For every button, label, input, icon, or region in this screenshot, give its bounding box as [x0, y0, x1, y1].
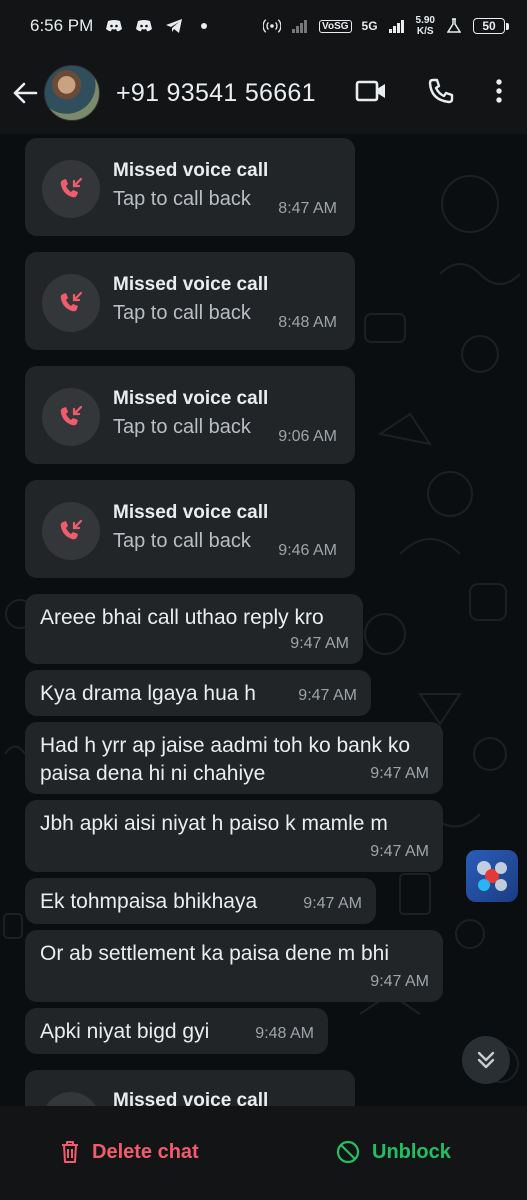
more-options-button[interactable]: [495, 78, 503, 109]
discord-icon-2: [135, 17, 153, 35]
video-call-icon: [355, 80, 385, 101]
message-bubble[interactable]: Apki niyat bigd gyi 9:48 AM: [25, 1008, 328, 1054]
message-bubble[interactable]: Or ab settlement ka paisa dene m bhi 9:4…: [25, 930, 443, 1002]
call-subtitle: Tap to call back: [113, 302, 251, 324]
speed-value: 5.90: [415, 15, 435, 26]
unblock-button[interactable]: Unblock: [336, 1140, 451, 1164]
missed-call-icon-circle: [42, 160, 100, 218]
message-time: 9:48 AM: [255, 1025, 314, 1042]
message-time: 8:47 AM: [278, 200, 337, 217]
message-time: 8:48 AM: [278, 314, 337, 331]
message-bubble[interactable]: Areee bhai call uthao reply kro 9:47 AM: [25, 594, 363, 664]
telegram-icon: [165, 17, 183, 35]
call-title: Missed voice call: [113, 274, 269, 295]
trash-icon: [62, 1141, 78, 1163]
delete-chat-button[interactable]: Delete chat: [60, 1140, 199, 1164]
message-time: 9:47 AM: [298, 687, 357, 704]
message-bubble[interactable]: Ek tohmpaisa bhikhaya 9:47 AM: [25, 878, 376, 924]
avatar[interactable]: [44, 65, 100, 121]
app-cluster-icon: [477, 861, 507, 891]
status-bar: 6:56 PM VoSG 5G 5.90 K/S 50: [0, 0, 527, 52]
signal-weak-icon: [291, 17, 309, 35]
missed-call-icon-circle: [42, 502, 100, 560]
message-time: 9:46 AM: [278, 542, 337, 559]
message-bubble[interactable]: Kya drama lgaya hua h 9:47 AM: [25, 670, 371, 716]
blocked-actions-bar: Delete chat Unblock: [0, 1106, 527, 1200]
call-title: Missed voice call: [113, 1090, 269, 1106]
signal-strong-icon: [388, 17, 406, 35]
message-text: Jbh apki aisi niyat h paiso k mamle m: [40, 812, 388, 835]
message-text: Or ab settlement ka paisa dene m bhi: [40, 942, 390, 965]
missed-call-icon: [60, 291, 83, 312]
battery-indicator: 50: [473, 18, 509, 34]
message-time: 9:47 AM: [370, 765, 429, 782]
missed-call-icon: [60, 405, 83, 426]
voice-call-button[interactable]: [427, 77, 455, 110]
discord-icon: [105, 17, 123, 35]
status-time: 6:56 PM: [30, 16, 94, 35]
message-bubble[interactable]: Jbh apki aisi niyat h paiso k mamle m 9:…: [25, 800, 443, 872]
flask-icon: [445, 17, 463, 35]
hotspot-icon: [263, 17, 282, 35]
missed-call-icon-circle: [42, 388, 100, 446]
missed-call-icon: [60, 177, 83, 198]
network-speed: 5.90 K/S: [416, 15, 435, 37]
speed-unit: K/S: [416, 26, 434, 37]
call-subtitle: Tap to call back: [113, 188, 251, 210]
scroll-to-bottom-button[interactable]: [462, 1036, 510, 1084]
call-subtitle: Tap to call back: [113, 530, 251, 552]
missed-call-bubble[interactable]: Missed voice call Tap to call back 8:47 …: [25, 138, 355, 236]
video-call-button[interactable]: [355, 79, 387, 108]
more-options-icon: [496, 78, 502, 103]
missed-call-bubble[interactable]: Missed voice call Tap to call back 8:48 …: [25, 252, 355, 350]
chat-header: +91 93541 56661: [0, 52, 527, 134]
floating-apps-widget[interactable]: [466, 850, 518, 902]
contact-name[interactable]: +91 93541 56661: [116, 79, 355, 108]
call-title: Missed voice call: [113, 388, 269, 409]
voice-call-icon: [428, 78, 454, 103]
unblock-label: Unblock: [372, 1140, 451, 1163]
back-arrow-icon: [13, 82, 38, 104]
delete-chat-label: Delete chat: [92, 1140, 199, 1163]
missed-call-bubble[interactable]: Missed voice call Tap to call back 9:46 …: [25, 480, 355, 578]
notification-dot-icon: [201, 23, 208, 29]
back-button[interactable]: [10, 73, 40, 113]
missed-call-bubble[interactable]: Missed voice call: [25, 1070, 355, 1106]
message-bubble[interactable]: Had h yrr ap jaise aadmi toh ko bank ko …: [25, 722, 443, 794]
call-subtitle: Tap to call back: [113, 416, 251, 438]
message-time: 9:47 AM: [370, 843, 429, 860]
call-title: Missed voice call: [113, 160, 269, 181]
message-time: 9:47 AM: [370, 973, 429, 990]
missed-call-icon-circle: [42, 1092, 100, 1106]
missed-call-bubble[interactable]: Missed voice call Tap to call back 9:06 …: [25, 366, 355, 464]
network-type: 5G: [361, 19, 378, 33]
volte-badge: VoSG: [319, 19, 352, 33]
double-chevron-down-icon: [477, 1051, 495, 1069]
chat-messages-area[interactable]: Missed voice call Tap to call back 8:47 …: [0, 134, 527, 1106]
message-text: Areee bhai call uthao reply kro: [40, 606, 324, 629]
message-time: 9:06 AM: [278, 428, 337, 445]
message-time: 9:47 AM: [290, 635, 349, 652]
call-title: Missed voice call: [113, 502, 269, 523]
unblock-icon: [336, 1140, 360, 1164]
missed-call-icon: [60, 519, 83, 540]
message-time: 9:47 AM: [303, 895, 362, 912]
missed-call-icon-circle: [42, 274, 100, 332]
